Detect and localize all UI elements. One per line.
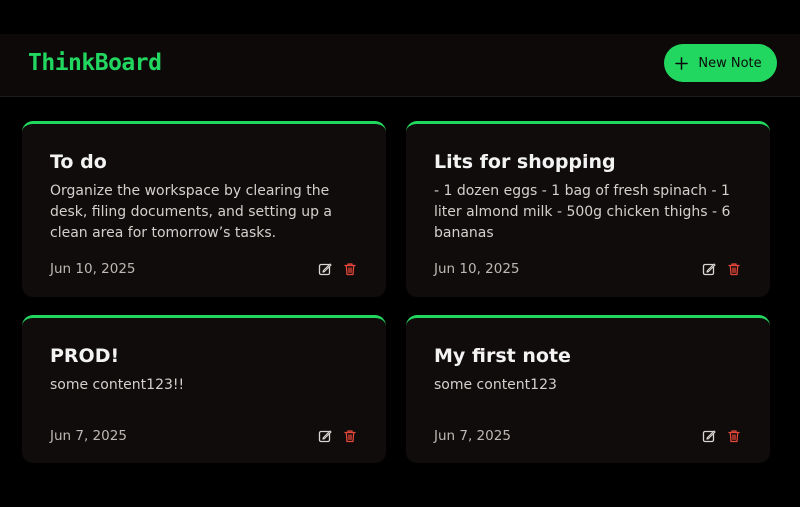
note-date: Jun 7, 2025	[434, 428, 511, 444]
note-content: Organize the workspace by clearing the d…	[50, 183, 333, 241]
trash-icon[interactable]	[342, 428, 358, 444]
edit-icon[interactable]	[317, 261, 333, 277]
edit-icon[interactable]	[317, 428, 333, 444]
navbar: ThinkBoard New Note	[0, 34, 800, 97]
note-date: Jun 10, 2025	[50, 261, 136, 277]
note-date: Jun 10, 2025	[434, 261, 520, 277]
note-title: My first note	[434, 345, 571, 367]
new-note-button[interactable]: New Note	[664, 44, 777, 82]
plus-icon	[675, 56, 689, 70]
trash-icon[interactable]	[726, 261, 742, 277]
note-content: some content123	[434, 377, 557, 393]
trash-icon[interactable]	[726, 428, 742, 444]
note-title: To do	[50, 151, 107, 173]
note-card[interactable]: PROD! some content123!! Jun 7, 2025	[22, 315, 386, 463]
app-logo[interactable]: ThinkBoard	[28, 48, 162, 78]
note-actions	[701, 261, 742, 277]
edit-icon[interactable]	[701, 261, 717, 277]
edit-icon[interactable]	[701, 428, 717, 444]
note-title: Lits for shopping	[434, 151, 616, 173]
note-title: PROD!	[50, 345, 120, 367]
new-note-label: New Note	[698, 55, 762, 71]
note-card[interactable]: Lits for shopping - 1 dozen eggs - 1 bag…	[406, 121, 770, 297]
note-actions	[317, 261, 358, 277]
note-actions	[701, 428, 742, 444]
trash-icon[interactable]	[342, 261, 358, 277]
note-card[interactable]: My first note some content123 Jun 7, 202…	[406, 315, 770, 463]
note-content: some content123!!	[50, 377, 185, 393]
note-content: - 1 dozen eggs - 1 bag of fresh spinach …	[434, 183, 731, 241]
note-actions	[317, 428, 358, 444]
note-date: Jun 7, 2025	[50, 428, 127, 444]
note-card[interactable]: To do Organize the workspace by clearing…	[22, 121, 386, 297]
